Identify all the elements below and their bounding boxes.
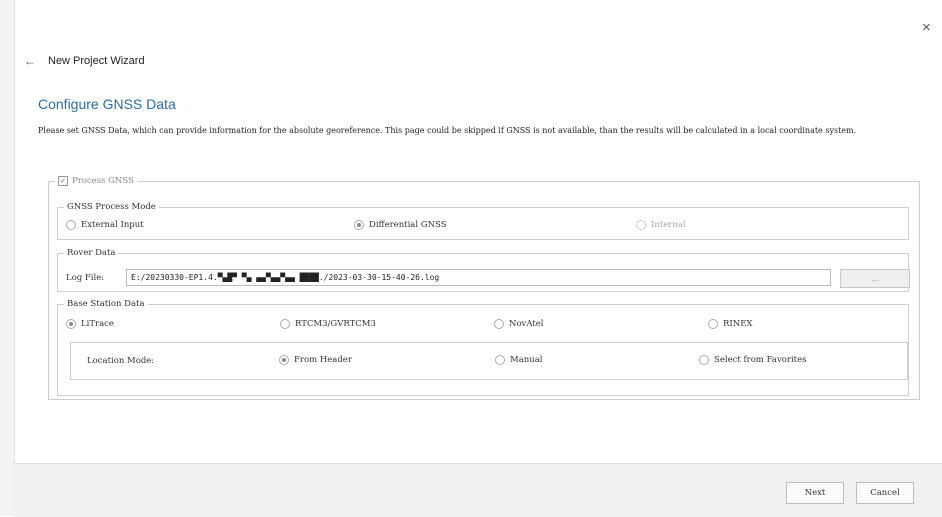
base-rinex-label: RINEX [723, 319, 753, 329]
radio-icon [636, 220, 646, 230]
radio-icon [495, 355, 505, 365]
left-panel-edge [0, 0, 15, 516]
radio-icon [699, 355, 709, 365]
process-gnss-legend: ✓ Process GNSS [55, 176, 137, 186]
process-gnss-label: Process GNSS [72, 176, 134, 186]
radio-icon [66, 220, 76, 230]
location-mode-box: Location Mode: From Header Manual Select… [70, 342, 908, 380]
wizard-footer: Next Cancel [14, 463, 942, 517]
gnss-process-mode-group: GNSS Process Mode External Input Differe… [57, 202, 909, 240]
base-rtcm3-label: RTCM3/GVRTCM3 [295, 319, 376, 329]
mode-internal-label: Internal [651, 220, 686, 230]
base-station-data-legend: Base Station Data [67, 299, 145, 309]
location-from-header-label: From Header [294, 355, 352, 365]
next-button[interactable]: Next [786, 482, 844, 504]
browse-button[interactable]: ... [840, 269, 910, 288]
wizard-title: New Project Wizard [48, 55, 145, 67]
wizard-header: ← New Project Wizard [24, 54, 145, 68]
cancel-button[interactable]: Cancel [856, 482, 914, 504]
process-gnss-group: ✓ Process GNSS GNSS Process Mode Externa… [48, 176, 920, 400]
mode-external-input-label: External Input [81, 220, 144, 230]
radio-icon [708, 319, 718, 329]
back-arrow-icon[interactable]: ← [24, 54, 36, 68]
gnss-process-mode-legend: GNSS Process Mode [67, 202, 156, 212]
mode-differential-gnss-label: Differential GNSS [369, 220, 447, 230]
radio-icon [494, 319, 504, 329]
radio-selected-icon [66, 319, 76, 329]
mode-external-input-radio[interactable]: External Input [66, 220, 144, 230]
location-manual-radio[interactable]: Manual [495, 355, 543, 365]
radio-selected-icon [354, 220, 364, 230]
base-litrace-radio[interactable]: LiTrace [66, 319, 114, 329]
location-favorites-label: Select from Favorites [714, 355, 807, 365]
base-litrace-label: LiTrace [81, 319, 114, 329]
base-novatel-radio[interactable]: NovAtel [494, 319, 544, 329]
location-mode-label: Location Mode: [87, 356, 155, 366]
base-novatel-label: NovAtel [509, 319, 544, 329]
location-manual-label: Manual [510, 355, 543, 365]
base-rinex-radio[interactable]: RINEX [708, 319, 752, 329]
location-favorites-radio[interactable]: Select from Favorites [699, 355, 806, 365]
radio-icon [280, 319, 290, 329]
process-gnss-checkbox[interactable]: ✓ [58, 176, 68, 186]
rover-data-legend: Rover Data [67, 248, 116, 258]
mode-differential-gnss-radio[interactable]: Differential GNSS [354, 220, 447, 230]
page-title: Configure GNSS Data [38, 96, 176, 112]
log-file-input[interactable]: E:/20230330-EP1.4.▀▄█▀ ▀▄ ▄▄▀▄▄▀▄▄ ████.… [126, 269, 831, 286]
page-description: Please set GNSS Data, which can provide … [38, 126, 857, 135]
log-file-label: Log File: [66, 273, 105, 283]
base-station-data-group: Base Station Data LiTrace RTCM3/GVRTCM3 … [57, 299, 909, 396]
radio-selected-icon [279, 355, 289, 365]
rover-data-group: Rover Data Log File: E:/20230330-EP1.4.▀… [57, 248, 910, 292]
mode-internal-radio: Internal [636, 220, 686, 230]
base-rtcm3-radio[interactable]: RTCM3/GVRTCM3 [280, 319, 376, 329]
location-from-header-radio[interactable]: From Header [279, 355, 352, 365]
close-icon[interactable]: × [922, 20, 931, 35]
